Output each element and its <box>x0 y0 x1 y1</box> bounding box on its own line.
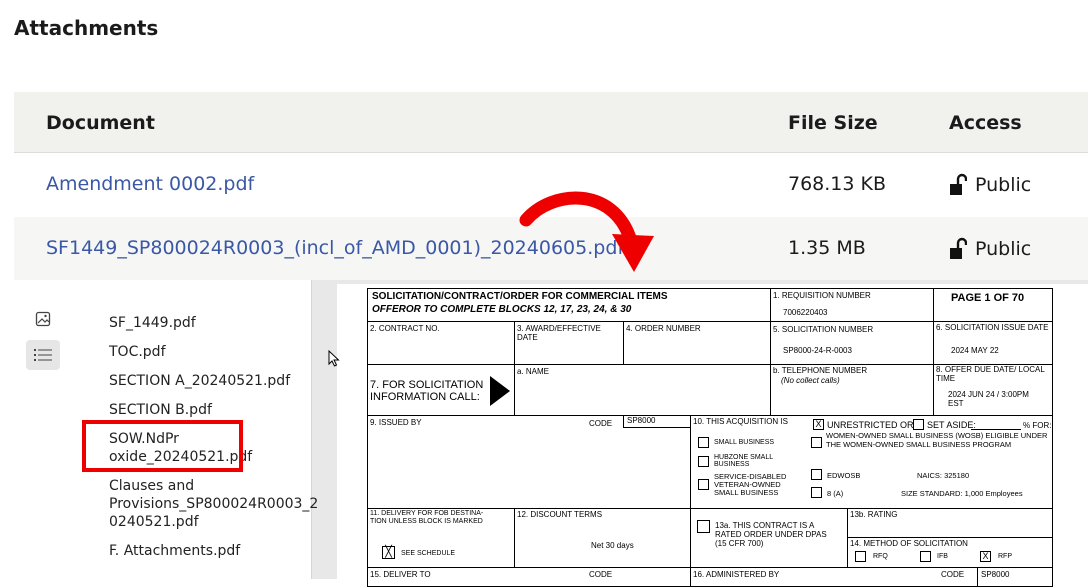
toc-item[interactable]: Clauses and Provisions_SP800024R0003_2 0… <box>109 477 318 531</box>
requisition-label: 1. REQUISITION NUMBER <box>773 291 871 300</box>
see-schedule-label: SEE SCHEDULE <box>401 550 456 557</box>
access-status: Public <box>949 237 1031 261</box>
deliver-to-label: 15. DELIVER TO <box>370 570 431 579</box>
code-label-2: CODE <box>589 570 613 579</box>
rfq-label: RFQ <box>873 553 888 560</box>
form-title: SOLICITATION/CONTRACT/ORDER FOR COMMERCI… <box>372 291 668 302</box>
image-icon[interactable] <box>26 304 60 334</box>
access-label: Public <box>975 238 1032 260</box>
name-box <box>514 364 771 416</box>
edwosb-checkbox[interactable] <box>811 469 822 480</box>
telephone-label: b. TELEPHONE NUMBER <box>773 366 868 375</box>
code-value: SP8000 <box>627 416 656 425</box>
method-label: 14. METHOD OF SOLICITATION <box>850 539 968 548</box>
toc-item[interactable]: SF_1449.pdf <box>109 314 299 332</box>
name-label: a. NAME <box>517 367 550 376</box>
issued-by-label: 9. ISSUED BY <box>370 418 422 427</box>
form-subtitle: OFFEROR TO COMPLETE BLOCKS 12, 17, 23, 2… <box>372 304 632 315</box>
list-icon[interactable] <box>26 340 60 370</box>
issued-by-box <box>367 415 691 509</box>
column-header-file-size[interactable]: File Size <box>788 112 878 134</box>
issue-date-value: 2024 MAY 22 <box>951 346 999 355</box>
requisition-value: 7006220403 <box>783 308 828 317</box>
due-date-label: 8. OFFER DUE DATE/ LOCAL TIME <box>936 365 1045 383</box>
access-status: Public <box>949 173 1031 197</box>
rated-checkbox[interactable] <box>697 520 710 533</box>
page-title: Attachments <box>14 16 159 40</box>
issue-date-label: 6. SOLICITATION ISSUE DATE <box>936 323 1049 332</box>
rated-label: 13a. THIS CONTRACT IS A RATED ORDER UNDE… <box>715 521 827 548</box>
eight-a-checkbox[interactable] <box>811 487 822 498</box>
rfq-checkbox[interactable] <box>855 551 866 562</box>
pointer-arrow-icon <box>490 376 510 406</box>
ifb-checkbox[interactable] <box>920 551 931 562</box>
discount-label: 12. DISCOUNT TERMS <box>517 510 603 519</box>
mouse-cursor-icon <box>328 350 340 367</box>
rfp-checkbox[interactable]: X <box>980 551 991 562</box>
unrestricted-checkbox[interactable]: X <box>813 419 824 430</box>
rating-label: 13b. RATING <box>850 510 898 519</box>
hubzone-label: HUBZONE SMALL BUSINESS <box>714 454 773 468</box>
info-call-label: 7. FOR SOLICITATION INFORMATION CALL: <box>370 379 484 403</box>
toc-item[interactable]: F. Attachments.pdf <box>109 542 299 560</box>
set-aside-label: SET ASIDE: <box>927 420 976 430</box>
small-business-checkbox[interactable] <box>698 437 709 448</box>
unlock-icon <box>950 173 967 195</box>
page-count: PAGE 1 OF 70 <box>951 292 1025 304</box>
highlight-box <box>82 420 243 472</box>
eight-a-label: 8 (A) <box>827 489 844 498</box>
naics-label: NAICS: 325180 <box>917 471 970 480</box>
document-link[interactable]: Amendment 0002.pdf <box>46 173 254 195</box>
wosb-label: WOMEN-OWNED SMALL BUSINESS (WOSB) ELIGIB… <box>826 431 1048 449</box>
small-business-label: SMALL BUSINESS <box>714 439 775 446</box>
sdvosb-checkbox[interactable] <box>698 479 709 490</box>
toc-item[interactable]: SECTION A_20240521.pdf <box>109 372 299 390</box>
file-size: 1.35 MB <box>788 237 866 259</box>
unrestricted-label: UNRESTRICTED OR <box>827 420 914 430</box>
discount-value: Net 30 days <box>591 541 634 550</box>
code-value-2: SP8000 <box>981 570 1010 579</box>
set-aside-line <box>971 429 1021 430</box>
curved-arrow-icon <box>519 191 654 272</box>
viewer-sidebar <box>14 280 72 579</box>
unlock-icon <box>950 237 967 259</box>
delivery-label: 11. DELIVERY FOR FOB DESTINA- TION UNLES… <box>370 510 484 525</box>
code-label-3: CODE <box>941 570 965 579</box>
sdvosb-label: SERVICE-DISABLED VETERAN-OWNED SMALL BUS… <box>714 472 787 497</box>
solicitation-no-label: 5. SOLICITATION NUMBER <box>773 325 874 334</box>
due-date-value: 2024 JUN 24 / 3:00PM EST <box>948 390 1029 408</box>
pdf-page: SOLICITATION/CONTRACT/ORDER FOR COMMERCI… <box>337 284 1088 587</box>
column-header-document[interactable]: Document <box>46 112 155 134</box>
hubzone-checkbox[interactable] <box>698 456 709 467</box>
edwosb-label: EDWOSB <box>827 471 861 480</box>
see-schedule-checkbox[interactable]: ╳ <box>382 546 395 559</box>
code-label: CODE <box>589 419 613 428</box>
access-label: Public <box>975 174 1032 196</box>
file-size: 768.13 KB <box>788 173 887 195</box>
size-standard-label: SIZE STANDARD: 1,000 Employees <box>901 489 1023 498</box>
order-no-label: 4. ORDER NUMBER <box>626 324 701 333</box>
toc-item[interactable]: TOC.pdf <box>109 343 299 361</box>
table-header: Document File Size Access <box>14 92 1088 153</box>
ifb-label: IFB <box>937 553 948 560</box>
solicitation-no-value: SP8000-24-R-0003 <box>783 346 852 355</box>
pct-for-label: % FOR: <box>1023 421 1052 430</box>
acquisition-label: 10. THIS ACQUISITION IS <box>693 417 788 426</box>
contract-no-label: 2. CONTRACT NO. <box>370 324 440 333</box>
rfp-label: RFP <box>998 553 1012 560</box>
wosb-checkbox[interactable] <box>811 437 822 448</box>
column-header-access[interactable]: Access <box>949 112 1022 134</box>
award-date-label: 3. AWARD/EFFECTIVE DATE <box>517 324 601 342</box>
administered-label: 16. ADMINISTERED BY <box>693 570 780 579</box>
toc-item[interactable]: SECTION B.pdf <box>109 401 299 419</box>
set-aside-checkbox[interactable] <box>913 419 924 430</box>
telephone-note: (No collect calls) <box>781 376 840 385</box>
